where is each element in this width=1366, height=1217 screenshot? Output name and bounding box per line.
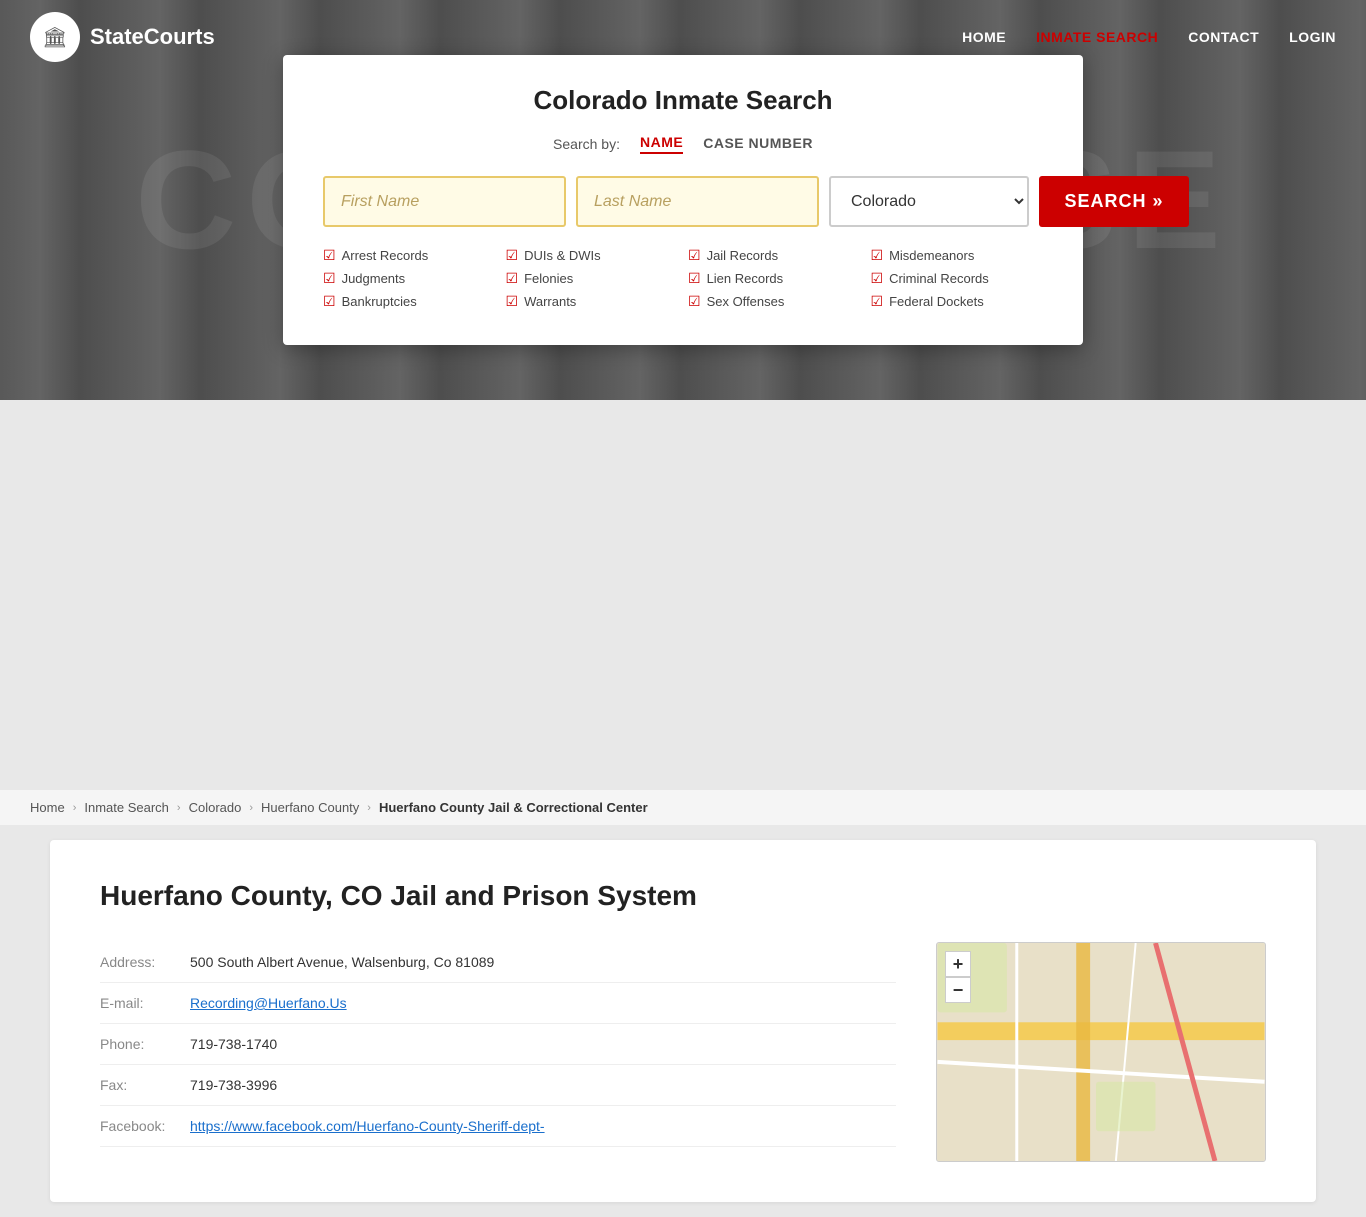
facebook-label: Facebook: bbox=[100, 1118, 190, 1134]
first-name-input[interactable] bbox=[323, 176, 566, 227]
breadcrumb-current: Huerfano County Jail & Correctional Cent… bbox=[379, 800, 648, 815]
breadcrumb-colorado[interactable]: Colorado bbox=[189, 800, 242, 815]
nav-login[interactable]: LOGIN bbox=[1289, 29, 1336, 45]
feature-label: Misdemeanors bbox=[889, 248, 974, 263]
feature-judgments: ☑ Judgments bbox=[323, 270, 496, 287]
tab-name[interactable]: NAME bbox=[640, 134, 683, 154]
feature-bankruptcies: ☑ Bankruptcies bbox=[323, 293, 496, 310]
address-label: Address: bbox=[100, 954, 190, 970]
address-row: Address: 500 South Albert Avenue, Walsen… bbox=[100, 942, 896, 983]
search-card: Colorado Inmate Search Search by: NAME C… bbox=[283, 55, 1083, 345]
check-icon: ☑ bbox=[323, 293, 336, 310]
fax-label: Fax: bbox=[100, 1077, 190, 1093]
map-zoom-out[interactable]: − bbox=[945, 977, 971, 1003]
feature-label: Federal Dockets bbox=[889, 294, 984, 309]
search-by-label: Search by: bbox=[553, 136, 620, 152]
feature-arrest-records: ☑ Arrest Records bbox=[323, 247, 496, 264]
feature-label: Criminal Records bbox=[889, 271, 989, 286]
check-icon: ☑ bbox=[506, 270, 519, 287]
logo-text: StateCourts bbox=[90, 24, 215, 50]
breadcrumb-home[interactable]: Home bbox=[30, 800, 65, 815]
email-row: E-mail: Recording@Huerfano.Us bbox=[100, 983, 896, 1024]
feature-label: DUIs & DWIs bbox=[524, 248, 601, 263]
phone-label: Phone: bbox=[100, 1036, 190, 1052]
feature-federal-dockets: ☑ Federal Dockets bbox=[871, 293, 1044, 310]
feature-label: Warrants bbox=[524, 294, 576, 309]
check-icon: ☑ bbox=[871, 293, 884, 310]
card-title: Colorado Inmate Search bbox=[323, 85, 1043, 116]
last-name-input[interactable] bbox=[576, 176, 819, 227]
breadcrumb-sep-1: › bbox=[73, 802, 77, 814]
feature-jail-records: ☑ Jail Records bbox=[688, 247, 861, 264]
info-grid: Address: 500 South Albert Avenue, Walsen… bbox=[100, 942, 1266, 1162]
check-icon: ☑ bbox=[688, 270, 701, 287]
map-svg bbox=[937, 943, 1265, 1161]
search-button[interactable]: SEARCH » bbox=[1039, 176, 1189, 227]
email-label: E-mail: bbox=[100, 995, 190, 1011]
fax-row: Fax: 719-738-3996 bbox=[100, 1065, 896, 1106]
breadcrumb-sep-4: › bbox=[367, 802, 371, 814]
check-icon: ☑ bbox=[688, 293, 701, 310]
feature-duis: ☑ DUIs & DWIs bbox=[506, 247, 679, 264]
check-icon: ☑ bbox=[506, 247, 519, 264]
logo-icon: 🏛 bbox=[30, 12, 80, 62]
content-section: Huerfano County, CO Jail and Prison Syst… bbox=[50, 840, 1316, 1202]
nav-links: HOME INMATE SEARCH CONTACT LOGIN bbox=[962, 29, 1336, 45]
feature-label: Sex Offenses bbox=[707, 294, 785, 309]
feature-misdemeanors: ☑ Misdemeanors bbox=[871, 247, 1044, 264]
check-icon: ☑ bbox=[688, 247, 701, 264]
search-inputs: Colorado Alabama Alaska Arizona Arkansas… bbox=[323, 176, 1043, 227]
state-select[interactable]: Colorado Alabama Alaska Arizona Arkansas… bbox=[829, 176, 1029, 227]
features-grid: ☑ Arrest Records ☑ DUIs & DWIs ☑ Jail Re… bbox=[323, 247, 1043, 310]
check-icon: ☑ bbox=[323, 270, 336, 287]
breadcrumb-inmate-search[interactable]: Inmate Search bbox=[84, 800, 169, 815]
feature-felonies: ☑ Felonies bbox=[506, 270, 679, 287]
map-zoom-in[interactable]: + bbox=[945, 951, 971, 977]
search-by-row: Search by: NAME CASE NUMBER bbox=[323, 134, 1043, 154]
check-icon: ☑ bbox=[506, 293, 519, 310]
facility-title: Huerfano County, CO Jail and Prison Syst… bbox=[100, 880, 1266, 912]
phone-row: Phone: 719-738-1740 bbox=[100, 1024, 896, 1065]
hero-section: COURTHOUSE 🏛 StateCourts HOME INMATE SEA… bbox=[0, 0, 1366, 400]
address-value: 500 South Albert Avenue, Walsenburg, Co … bbox=[190, 954, 494, 970]
feature-warrants: ☑ Warrants bbox=[506, 293, 679, 310]
nav-inmate-search[interactable]: INMATE SEARCH bbox=[1036, 29, 1158, 45]
feature-criminal-records: ☑ Criminal Records bbox=[871, 270, 1044, 287]
breadcrumb-huerfano[interactable]: Huerfano County bbox=[261, 800, 359, 815]
map-controls: + − bbox=[945, 951, 971, 1003]
logo-link[interactable]: 🏛 StateCourts bbox=[30, 12, 215, 62]
feature-label: Bankruptcies bbox=[342, 294, 417, 309]
breadcrumb-sep-3: › bbox=[249, 802, 253, 814]
feature-lien-records: ☑ Lien Records bbox=[688, 270, 861, 287]
fax-value: 719-738-3996 bbox=[190, 1077, 277, 1093]
feature-sex-offenses: ☑ Sex Offenses bbox=[688, 293, 861, 310]
feature-label: Felonies bbox=[524, 271, 573, 286]
feature-label: Judgments bbox=[342, 271, 406, 286]
breadcrumb: Home › Inmate Search › Colorado › Huerfa… bbox=[0, 790, 1366, 825]
email-link[interactable]: Recording@Huerfano.Us bbox=[190, 995, 347, 1011]
map-container: + − bbox=[936, 942, 1266, 1162]
check-icon: ☑ bbox=[871, 270, 884, 287]
phone-value: 719-738-1740 bbox=[190, 1036, 277, 1052]
tab-case-number[interactable]: CASE NUMBER bbox=[703, 135, 813, 153]
feature-label: Jail Records bbox=[707, 248, 779, 263]
info-table: Address: 500 South Albert Avenue, Walsen… bbox=[100, 942, 896, 1162]
nav-contact[interactable]: CONTACT bbox=[1188, 29, 1259, 45]
check-icon: ☑ bbox=[323, 247, 336, 264]
breadcrumb-sep-2: › bbox=[177, 802, 181, 814]
feature-label: Arrest Records bbox=[342, 248, 429, 263]
check-icon: ☑ bbox=[871, 247, 884, 264]
facebook-link[interactable]: https://www.facebook.com/Huerfano-County… bbox=[190, 1118, 545, 1134]
feature-label: Lien Records bbox=[707, 271, 784, 286]
facebook-row: Facebook: https://www.facebook.com/Huerf… bbox=[100, 1106, 896, 1147]
nav-home[interactable]: HOME bbox=[962, 29, 1006, 45]
